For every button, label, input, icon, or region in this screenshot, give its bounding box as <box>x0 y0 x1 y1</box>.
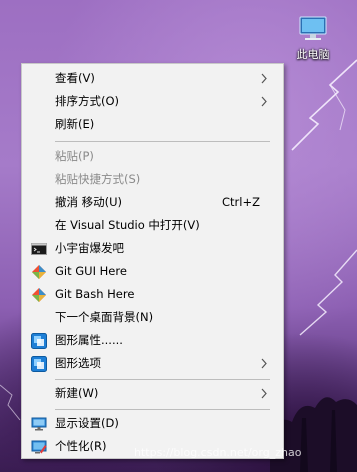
menu-item-label: 图形属性...... <box>55 333 123 347</box>
menu-item-refresh[interactable]: 刷新(E) <box>22 113 283 136</box>
watermark-text: https://blog.csdn.net/org_zhao <box>134 446 302 459</box>
display-icon <box>31 417 47 431</box>
menu-item-paste[interactable]: 粘贴(P) <box>22 145 283 168</box>
this-pc-label: 此电脑 <box>296 48 330 61</box>
personalize-icon <box>31 440 47 454</box>
menu-item-view[interactable]: 查看(V) <box>22 67 283 90</box>
menu-item-display-settings[interactable]: 显示设置(D) <box>22 412 283 435</box>
menu-item-label: 查看(V) <box>55 71 95 85</box>
menu-item-label: 小宇宙爆发吧 <box>55 241 124 255</box>
menu-item-sort-by[interactable]: 排序方式(O) <box>22 90 283 113</box>
menu-item-label: 刷新(E) <box>55 117 95 131</box>
menu-item-label: 个性化(R) <box>55 439 107 453</box>
menu-item-open-visual-studio[interactable]: 在 Visual Studio 中打开(V) <box>22 214 283 237</box>
menu-separator <box>55 409 270 410</box>
chevron-right-icon <box>261 388 267 399</box>
menu-separator <box>55 141 270 142</box>
menu-item-label: 下一个桌面背景(N) <box>55 310 154 324</box>
menu-item-new[interactable]: 新建(W) <box>22 382 283 405</box>
git-icon <box>32 265 46 279</box>
menu-item-label: 在 Visual Studio 中打开(V) <box>55 218 200 232</box>
menu-item-label: 显示设置(D) <box>55 416 119 430</box>
menu-item-undo-move[interactable]: 撤消 移动(U) Ctrl+Z <box>22 191 283 214</box>
menu-item-graphics-properties[interactable]: 图形属性...... <box>22 329 283 352</box>
menu-item-label: 粘贴(P) <box>55 149 94 163</box>
menu-item-label: 排序方式(O) <box>55 94 120 108</box>
menu-item-shortcut: Ctrl+Z <box>222 195 260 209</box>
menu-item-label: Git GUI Here <box>55 264 127 278</box>
menu-item-label: 新建(W) <box>55 386 99 400</box>
chevron-right-icon <box>261 358 267 369</box>
menu-item-label: 图形选项 <box>55 356 101 370</box>
this-pc-desktop-icon[interactable]: 此电脑 <box>285 14 341 72</box>
menu-item-git-bash[interactable]: Git Bash Here <box>22 283 283 306</box>
chevron-right-icon <box>261 96 267 107</box>
menu-item-label: 粘贴快捷方式(S) <box>55 172 141 186</box>
git-icon <box>32 288 46 302</box>
menu-item-label: 撤消 移动(U) <box>55 195 123 209</box>
desktop-context-menu: 查看(V) 排序方式(O) 刷新(E) 粘贴(P) 粘贴快捷方式(S) 撤消 移… <box>21 63 284 459</box>
menu-item-paste-shortcut[interactable]: 粘贴快捷方式(S) <box>22 168 283 191</box>
menu-item-graphics-options[interactable]: 图形选项 <box>22 352 283 375</box>
terminal-icon <box>31 243 47 255</box>
intel-graphics-icon <box>31 356 47 372</box>
menu-item-next-background[interactable]: 下一个桌面背景(N) <box>22 306 283 329</box>
menu-separator <box>55 379 270 380</box>
intel-graphics-icon <box>31 333 47 349</box>
menu-item-label: Git Bash Here <box>55 287 135 301</box>
menu-item-xiaoyuzhou[interactable]: 小宇宙爆发吧 <box>22 237 283 260</box>
menu-item-git-gui[interactable]: Git GUI Here <box>22 260 283 283</box>
chevron-right-icon <box>261 73 267 84</box>
computer-icon <box>299 16 327 40</box>
